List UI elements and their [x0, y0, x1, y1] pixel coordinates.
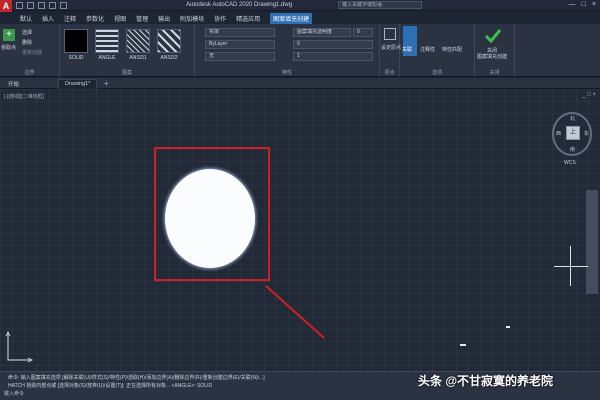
pattern-swatch-label: SOLID	[68, 55, 84, 61]
pattern-panel-title[interactable]: 图案	[60, 69, 194, 76]
drawing-mark	[460, 344, 466, 346]
document-tab-bar: 开始 Drawing1* +	[0, 78, 600, 89]
annotation-arrow	[265, 285, 325, 339]
background-color-select[interactable]: 无	[205, 52, 275, 61]
open-file-icon[interactable]	[27, 2, 34, 9]
properties-panel-title[interactable]: 特性	[195, 69, 379, 76]
tab-parametric[interactable]: 参数化	[86, 14, 104, 23]
close-button[interactable]: ×	[592, 1, 596, 8]
command-input[interactable]: 键入命令	[4, 390, 304, 398]
tab-default[interactable]: 默认	[20, 14, 32, 23]
recreate-button[interactable]: 重新创建	[22, 49, 42, 56]
properties-panel: 实体 ByLayer 无 图案填充透明度 0 0 1 特性	[195, 24, 380, 77]
pattern-swatch-ansi31[interactable]	[126, 29, 150, 53]
scale-field[interactable]: 1	[293, 52, 373, 61]
save-icon[interactable]	[38, 2, 45, 9]
transparency-value[interactable]: 0	[353, 28, 373, 37]
watermark-text: 头条 @不甘寂寞的养老院	[418, 374, 554, 388]
pattern-panel: SOLID ANGLE ANSI31 ANSI32 图案	[60, 24, 195, 77]
ucs-icon	[5, 330, 34, 363]
options-panel-title[interactable]: 选项	[400, 69, 474, 76]
window-title: Autodesk AutoCAD 2020 Drawing1.dwg	[186, 2, 293, 8]
viewcube[interactable]: 上 北 南 东 西	[552, 112, 592, 156]
pick-points-button[interactable]: 拾取点	[1, 44, 16, 51]
tab-collaborate[interactable]: 协作	[214, 14, 226, 23]
tab-annotate[interactable]: 注释	[64, 14, 76, 23]
redo-icon[interactable]	[60, 2, 67, 9]
ribbon: + 拾取点 选择 删除 重新创建 边界 SOLID ANGLE ANSI31 A…	[0, 24, 600, 77]
tab-addins[interactable]: 附加模块	[180, 14, 204, 23]
new-file-icon[interactable]	[16, 2, 23, 9]
angle-field[interactable]: 0	[293, 40, 373, 49]
match-properties-button[interactable]: 特性匹配	[442, 46, 462, 53]
pattern-swatch-ansi32[interactable]	[157, 29, 181, 53]
quick-access-toolbar	[16, 2, 67, 9]
pattern-swatch-label: ANSI31	[129, 55, 147, 61]
tab-featured-apps[interactable]: 精选应用	[236, 14, 260, 23]
maximize-button[interactable]: □	[582, 1, 586, 8]
annotative-button[interactable]: 注释性	[420, 46, 435, 53]
tab-view[interactable]: 视图	[114, 14, 126, 23]
close-panel: 关闭 图案填充创建 关闭	[475, 24, 515, 77]
hatched-circle[interactable]	[165, 169, 255, 268]
origin-panel: 设定原点 原点	[380, 24, 401, 77]
hatch-color-select[interactable]: ByLayer	[205, 40, 275, 49]
autocad-logo-icon[interactable]: A	[0, 0, 12, 12]
set-origin-icon[interactable]	[384, 28, 396, 40]
navigation-bar[interactable]	[586, 190, 598, 294]
compass-north[interactable]: 北	[570, 115, 575, 122]
set-origin-button[interactable]: 设定原点	[381, 44, 401, 51]
viewcube-top-face[interactable]: 上	[566, 126, 580, 140]
pick-points-icon[interactable]: +	[3, 29, 15, 41]
new-tab-icon[interactable]: +	[104, 79, 109, 88]
close-hatch-button[interactable]: 关闭 图案填充创建	[477, 48, 507, 60]
viewport-controls[interactable]: _ □ ×	[582, 92, 596, 98]
tab-hatch-creation[interactable]: 图案填充创建	[270, 12, 313, 24]
pattern-swatch-solid[interactable]	[64, 29, 88, 53]
tab-start[interactable]: 开始	[2, 79, 25, 89]
crosshair-cursor	[570, 246, 571, 286]
window-controls: — □ ×	[569, 1, 596, 8]
associative-label: 关联	[402, 47, 413, 53]
undo-icon[interactable]	[49, 2, 56, 9]
minimize-button[interactable]: —	[569, 1, 576, 8]
checkmark-icon[interactable]	[484, 27, 502, 45]
crosshair-cursor	[554, 266, 588, 267]
command-history-line: 命令: 输入图案填充选项 [解除关联(U)/样式(S)/特性(P)/选取(H)/…	[8, 375, 265, 381]
command-history-line: HATCH 拾取内部点或 [选择对象(S)/放弃(U)/设置(T)]: 正在选择…	[8, 383, 213, 389]
compass-south[interactable]: 南	[570, 146, 575, 153]
pattern-swatch-label: ANSI32	[160, 55, 178, 61]
select-button[interactable]: 选择	[22, 29, 32, 36]
search-input[interactable]: 键入关键字或短语	[338, 1, 422, 9]
pattern-swatch-label: ANGLE	[98, 55, 116, 61]
ribbon-tab-bar: 默认 插入 注释 参数化 视图 管理 输出 附加模块 协作 精选应用 图案填充创…	[12, 12, 600, 24]
compass-east[interactable]: 东	[584, 130, 589, 137]
compass-west[interactable]: 西	[556, 130, 561, 137]
close-panel-title: 关闭	[489, 70, 500, 76]
drawing-mark	[506, 326, 510, 328]
pattern-swatch-angle[interactable]	[95, 29, 119, 53]
tab-output[interactable]: 输出	[158, 14, 170, 23]
viewport-label[interactable]: [-][俯视][二维线框]	[4, 93, 44, 100]
tab-insert[interactable]: 插入	[42, 14, 54, 23]
options-panel: 关联 注释性 特性匹配 选项	[400, 24, 475, 77]
boundaries-panel-title[interactable]: 边界	[0, 69, 59, 76]
tab-drawing1[interactable]: Drawing1*	[58, 79, 98, 89]
title-bar: A Autodesk AutoCAD 2020 Drawing1.dwg 键入关…	[0, 0, 600, 12]
origin-panel-title[interactable]: 原点	[380, 69, 399, 76]
remove-button[interactable]: 删除	[22, 39, 32, 46]
wcs-menu[interactable]: WCS	[564, 160, 576, 166]
hatch-type-select[interactable]: 实体	[205, 28, 275, 37]
transparency-field[interactable]: 图案填充透明度	[293, 28, 351, 37]
tab-manage[interactable]: 管理	[136, 14, 148, 23]
boundaries-panel: + 拾取点 选择 删除 重新创建 边界	[0, 24, 60, 77]
